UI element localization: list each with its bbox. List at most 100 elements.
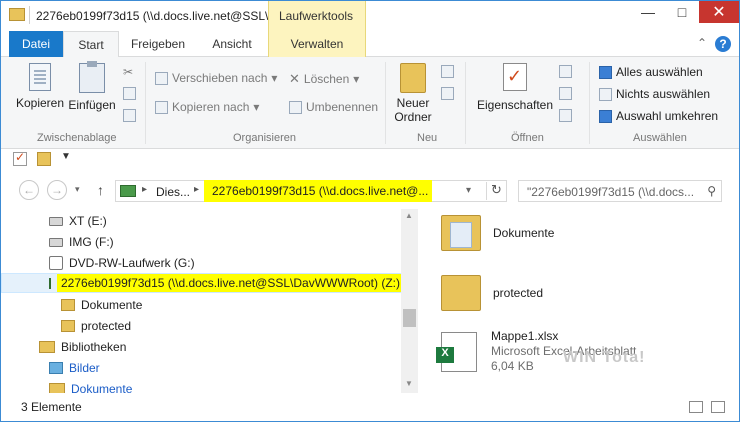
minimize-button[interactable]: — <box>631 1 665 23</box>
up-button[interactable]: ↑ <box>97 182 104 198</box>
group-separator <box>145 62 146 144</box>
list-item[interactable]: protected <box>441 275 543 311</box>
tab-share[interactable]: Freigeben <box>121 31 195 57</box>
copy-icon <box>29 63 51 91</box>
excel-file-icon <box>436 331 477 372</box>
cut-icon[interactable]: ✂ <box>123 65 133 79</box>
back-button[interactable]: ← <box>19 180 39 200</box>
tree-item-label: Bilder <box>69 361 100 375</box>
tree-item[interactable]: Bibliotheken <box>1 337 401 357</box>
invert-selection-button[interactable]: Auswahl umkehren <box>599 109 718 123</box>
paste-button[interactable]: Einfügen <box>67 61 117 112</box>
tab-file[interactable]: Datei <box>9 31 63 57</box>
address-bar[interactable]: ▸ Dies... ▸ 2276eb0199f73d15 (\\d.docs.l… <box>115 180 507 202</box>
move-to-button[interactable]: Verschieben nach ▾ <box>155 71 277 85</box>
ribbon: Kopieren Einfügen ✂ Zwischenablage Versc… <box>1 57 739 149</box>
properties-label: Eigenschaften <box>476 98 554 112</box>
dropdown-icon: ▾ <box>353 72 360 86</box>
rename-label: Umbenennen <box>306 100 379 114</box>
copy-button[interactable]: Kopieren <box>15 63 65 110</box>
breadcrumb-this-pc[interactable]: Dies... <box>156 185 190 199</box>
chevron-right-icon[interactable]: ▸ <box>142 184 147 195</box>
close-button[interactable]: ✕ <box>699 1 739 23</box>
ribbon-controls: ⌃ ? <box>697 36 731 52</box>
maximize-button[interactable]: □ <box>665 1 699 23</box>
customize-toolbar-icon[interactable]: ▼ <box>61 151 71 162</box>
item-name: Dokumente <box>493 226 555 240</box>
select-all-button[interactable]: Alles auswählen <box>599 65 703 79</box>
new-item-icon[interactable] <box>441 65 454 78</box>
move-label: Verschieben nach <box>172 71 268 85</box>
rename-button[interactable]: Umbenennen <box>289 100 378 114</box>
select-all-icon <box>599 65 612 79</box>
watermark-logo: WIN Tota! <box>563 349 646 366</box>
tree-item[interactable]: Dokumente <box>1 379 401 393</box>
tree-item[interactable]: DVD-RW-Laufwerk (G:) <box>1 253 401 273</box>
breadcrumb-current[interactable]: 2276eb0199f73d15 (\\d.docs.live.net@... <box>204 180 432 202</box>
file-list: Dokumente protected Mappe1.xlsx Microsof… <box>421 209 739 393</box>
search-placeholder: "2276eb0199f73d15 (\\d.docs... <box>527 185 695 199</box>
title-separator <box>29 6 30 24</box>
title-bar: 2276eb0199f73d15 (\\d.docs.live.net@SSL\… <box>1 1 739 31</box>
drive-icon <box>49 216 63 226</box>
recent-locations-icon[interactable]: ▾ <box>75 184 80 195</box>
select-none-button[interactable]: Nichts auswählen <box>599 87 710 101</box>
large-icons-view-icon[interactable] <box>711 401 725 413</box>
scroll-thumb[interactable] <box>403 309 416 327</box>
item-name: Mappe1.xlsx <box>491 329 559 343</box>
tree-item[interactable]: Bilder <box>1 358 401 378</box>
tree-item-label: XT (E:) <box>69 214 107 228</box>
tree-item[interactable]: Dokumente <box>1 295 401 315</box>
paste-label: Einfügen <box>68 98 116 112</box>
tree-item-label: 2276eb0199f73d15 (\\d.docs.live.net@SSL\… <box>57 274 404 292</box>
tab-start[interactable]: Start <box>63 31 119 58</box>
search-box[interactable]: "2276eb0199f73d15 (\\d.docs... ⚲ <box>518 180 722 202</box>
edit-icon[interactable] <box>559 87 572 100</box>
refresh-button[interactable]: ↻ <box>486 182 506 200</box>
select-none-icon <box>599 87 612 101</box>
history-icon[interactable] <box>559 109 572 122</box>
tree-item-label: IMG (F:) <box>69 235 114 249</box>
status-bar: 3 Elemente <box>1 395 739 421</box>
folder-icon <box>61 299 75 311</box>
tree-item-selected[interactable]: 2276eb0199f73d15 (\\d.docs.live.net@SSL\… <box>1 273 404 293</box>
easy-access-icon[interactable] <box>441 87 454 100</box>
paste-shortcut-icon[interactable] <box>123 109 136 122</box>
chevron-right-icon[interactable]: ▸ <box>194 184 199 195</box>
tab-manage[interactable]: Verwalten <box>268 31 366 57</box>
group-separator <box>465 62 466 144</box>
dvd-drive-icon <box>49 256 63 270</box>
new-folder-label-line1: Neuer <box>396 96 430 110</box>
context-tab-header-label: Laufwerktools <box>279 9 354 23</box>
address-dropdown-icon[interactable]: ▾ <box>466 185 471 196</box>
tree-item[interactable]: protected <box>1 316 401 336</box>
nav-scrollbar[interactable]: ▲ ▼ <box>401 209 418 393</box>
forward-button[interactable]: → <box>47 180 67 200</box>
folder-icon <box>441 275 481 311</box>
new-folder-icon[interactable] <box>37 152 51 166</box>
window-title: 2276eb0199f73d15 (\\d.docs.live.net@SSL\… <box>36 9 279 23</box>
tab-view[interactable]: Ansicht <box>199 31 265 57</box>
delete-icon: ✕ <box>289 71 300 86</box>
open-icon[interactable] <box>559 65 572 78</box>
tree-item[interactable]: XT (E:) <box>1 211 401 231</box>
delete-button[interactable]: ✕ Löschen ▾ <box>289 71 359 87</box>
tree-item[interactable]: IMG (F:) <box>1 232 401 252</box>
copy-path-icon[interactable] <box>123 87 136 100</box>
list-item[interactable]: Dokumente <box>441 215 554 251</box>
scroll-down-icon[interactable]: ▼ <box>405 379 413 388</box>
new-folder-button[interactable]: Neuer Ordner <box>391 63 435 124</box>
pictures-icon <box>49 362 63 374</box>
copy-to-button[interactable]: Kopieren nach ▾ <box>155 100 259 114</box>
drive-icon <box>49 237 63 247</box>
details-view-icon[interactable] <box>689 401 703 413</box>
help-icon[interactable]: ? <box>715 36 731 52</box>
scroll-up-icon[interactable]: ▲ <box>405 211 413 220</box>
select-all-label: Alles auswählen <box>616 65 703 79</box>
folder-icon <box>441 215 481 251</box>
properties-button[interactable]: Eigenschaften <box>473 63 557 112</box>
collapse-ribbon-icon[interactable]: ⌃ <box>697 36 707 52</box>
search-icon[interactable]: ⚲ <box>707 184 716 198</box>
group-separator <box>589 62 590 144</box>
properties-icon[interactable] <box>13 150 27 166</box>
